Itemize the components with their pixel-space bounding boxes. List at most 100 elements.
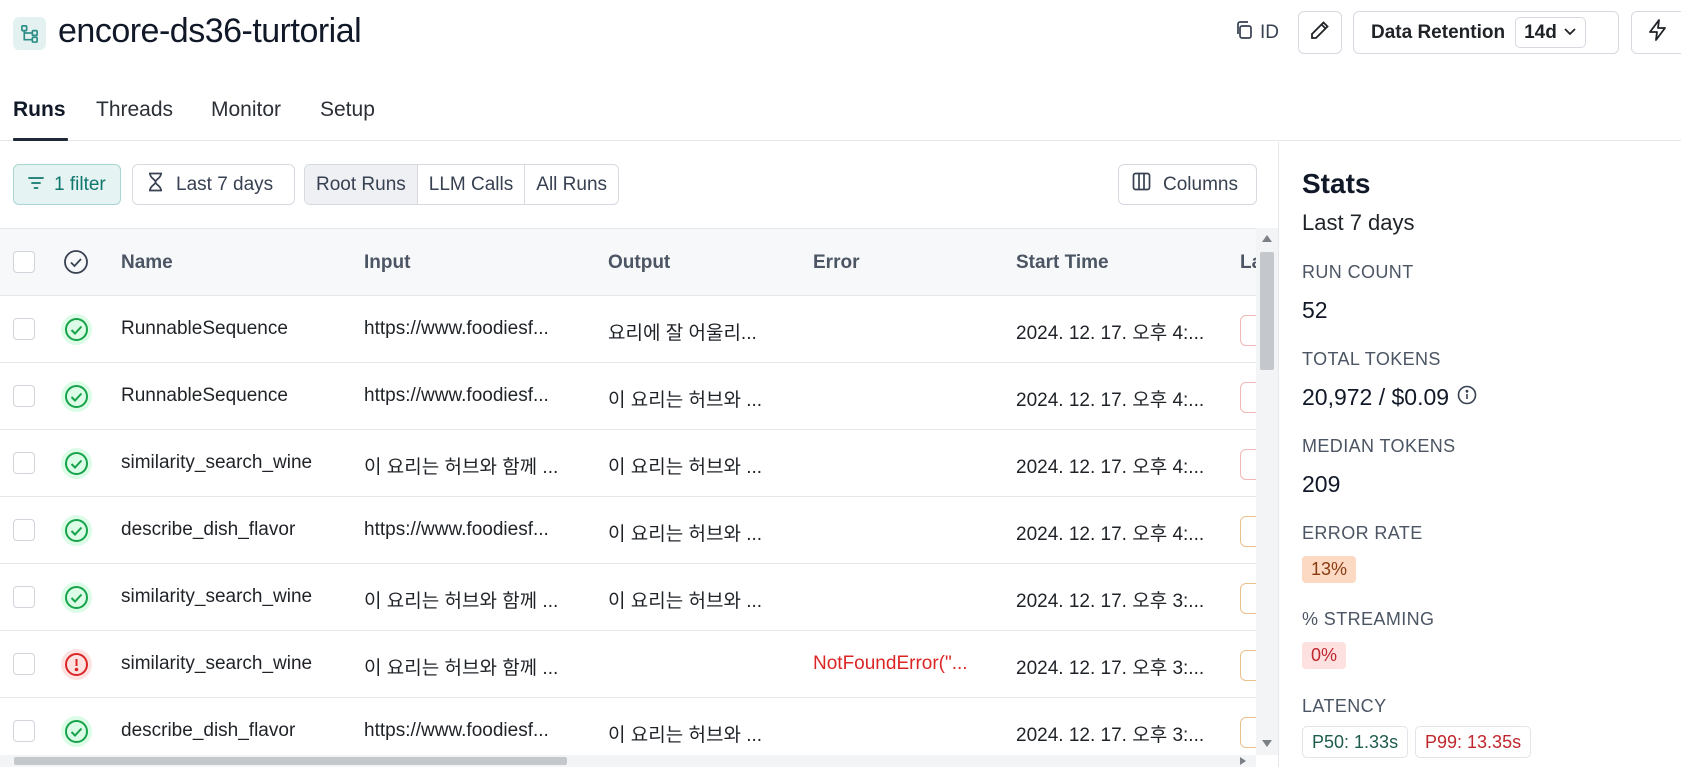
status-column-icon: [63, 249, 89, 280]
tab-runs[interactable]: Runs: [13, 98, 66, 122]
run-name: describe_dish_flavor: [121, 720, 296, 741]
run-input: 이 요리는 허브와 함께 ...: [364, 658, 559, 679]
date-range-button[interactable]: Last 7 days: [132, 164, 295, 205]
table-vertical-scrollbar[interactable]: [1256, 228, 1278, 755]
run-output: 이 요리는 허브와 ...: [608, 524, 763, 545]
lightning-icon: [1646, 18, 1670, 47]
error-rate-label: ERROR RATE: [1302, 523, 1423, 543]
columns-label: Columns: [1163, 173, 1238, 195]
success-status-icon: [61, 515, 92, 546]
select-all-checkbox[interactable]: [13, 251, 35, 273]
chevron-down-icon: [1563, 22, 1577, 44]
streaming-label: % STREAMING: [1302, 609, 1435, 629]
all-runs-option[interactable]: All Runs: [525, 165, 618, 204]
run-output: 이 요리는 허브와 ...: [608, 457, 763, 478]
stats-period: Last 7 days: [1302, 210, 1415, 235]
column-header-input[interactable]: Input: [364, 252, 410, 274]
streaming-badge: 0%: [1302, 642, 1347, 669]
median-tokens-label: MEDIAN TOKENS: [1302, 436, 1456, 456]
run-start-time: 2024. 12. 17. 오후 4:...: [1016, 390, 1205, 411]
table-row[interactable]: RunnableSequence https://www.foodiesf...…: [0, 296, 1256, 363]
latency-badge: [1240, 516, 1256, 547]
run-start-time: 2024. 12. 17. 오후 4:...: [1016, 323, 1205, 344]
copy-id-button[interactable]: ID: [1234, 18, 1279, 48]
run-input: https://www.foodiesf...: [364, 519, 549, 540]
run-count-value: 52: [1302, 297, 1328, 323]
tab-setup[interactable]: Setup: [320, 98, 375, 122]
id-label: ID: [1260, 22, 1279, 43]
filter-icon: [28, 174, 44, 196]
latency-badge: [1240, 650, 1256, 681]
latency-badge: [1240, 449, 1256, 480]
latency-badge: [1240, 583, 1256, 614]
run-output: 이 요리는 허브와 ...: [608, 390, 763, 411]
success-status-icon: [61, 381, 92, 412]
column-header-start-time[interactable]: Start Time: [1016, 252, 1109, 274]
runs-table: Name Input Output Error Start Time La Ru…: [0, 228, 1256, 755]
table-header: Name Input Output Error Start Time La: [0, 229, 1256, 296]
edit-button[interactable]: [1298, 11, 1342, 54]
scroll-down-arrow-icon[interactable]: [1262, 740, 1272, 747]
pencil-icon: [1309, 19, 1331, 46]
total-tokens-label: TOTAL TOKENS: [1302, 349, 1441, 369]
info-icon[interactable]: [1457, 384, 1477, 411]
scrollbar-thumb[interactable]: [14, 757, 567, 765]
latency-p99-badge: P99: 13.35s: [1415, 726, 1532, 758]
run-name: describe_dish_flavor: [121, 519, 296, 540]
copy-icon: [1234, 20, 1254, 46]
column-header-latency[interactable]: La: [1240, 252, 1256, 274]
root-runs-option[interactable]: Root Runs: [305, 165, 418, 204]
success-status-icon: [61, 448, 92, 479]
latency-badge: [1240, 382, 1256, 413]
success-status-icon: [61, 716, 92, 747]
scroll-right-arrow-icon[interactable]: [1240, 757, 1246, 765]
row-checkbox[interactable]: [13, 586, 35, 608]
date-range-label: Last 7 days: [176, 173, 274, 195]
scroll-up-arrow-icon[interactable]: [1262, 235, 1272, 242]
tab-monitor[interactable]: Monitor: [211, 98, 281, 122]
llm-calls-option[interactable]: LLM Calls: [418, 165, 526, 204]
run-output: 이 요리는 허브와 ...: [608, 725, 763, 746]
run-start-time: 2024. 12. 17. 오후 3:...: [1016, 591, 1205, 612]
table-row[interactable]: describe_dish_flavor https://www.foodies…: [0, 497, 1256, 564]
table-horizontal-scrollbar[interactable]: [0, 755, 1256, 767]
stats-title: Stats: [1302, 168, 1371, 199]
table-row[interactable]: similarity_search_wine 이 요리는 허브와 함께 ... …: [0, 430, 1256, 497]
table-row[interactable]: similarity_search_wine 이 요리는 허브와 함께 ... …: [0, 631, 1256, 698]
column-header-error[interactable]: Error: [813, 252, 859, 274]
row-checkbox[interactable]: [13, 519, 35, 541]
row-checkbox[interactable]: [13, 452, 35, 474]
automations-button[interactable]: [1631, 11, 1681, 54]
active-tab-indicator: [13, 138, 68, 141]
run-input: 이 요리는 허브와 함께 ...: [364, 457, 559, 478]
row-checkbox[interactable]: [13, 720, 35, 742]
latency-label: LATENCY: [1302, 696, 1387, 716]
retention-value: 14d: [1524, 21, 1557, 43]
filter-button[interactable]: 1 filter: [13, 164, 121, 205]
column-header-output[interactable]: Output: [608, 252, 670, 274]
table-row[interactable]: RunnableSequence https://www.foodiesf...…: [0, 363, 1256, 430]
run-name: RunnableSequence: [121, 318, 288, 339]
scrollbar-thumb[interactable]: [1260, 252, 1274, 370]
page-header: encore-ds36-turtorial ID Data Retention …: [0, 0, 1681, 66]
retention-select[interactable]: 14d: [1515, 17, 1586, 48]
error-rate-badge: 13%: [1302, 556, 1357, 583]
run-input: 이 요리는 허브와 함께 ...: [364, 591, 559, 612]
table-row[interactable]: similarity_search_wine 이 요리는 허브와 함께 ... …: [0, 564, 1256, 631]
run-input: https://www.foodiesf...: [364, 385, 549, 406]
row-checkbox[interactable]: [13, 318, 35, 340]
latency-badge: [1240, 717, 1256, 748]
latency-badge: [1240, 315, 1256, 346]
tab-threads[interactable]: Threads: [96, 98, 173, 122]
median-tokens-value: 209: [1302, 471, 1341, 497]
stats-panel: Stats Last 7 days RUN COUNT 52 TOTAL TOK…: [1278, 142, 1681, 767]
run-start-time: 2024. 12. 17. 오후 3:...: [1016, 658, 1205, 679]
run-name: similarity_search_wine: [121, 586, 313, 607]
data-retention-control: Data Retention 14d: [1353, 11, 1619, 54]
columns-button[interactable]: Columns: [1118, 164, 1257, 205]
row-checkbox[interactable]: [13, 653, 35, 675]
table-row[interactable]: describe_dish_flavor https://www.foodies…: [0, 698, 1256, 755]
run-count-label: RUN COUNT: [1302, 262, 1414, 282]
row-checkbox[interactable]: [13, 385, 35, 407]
column-header-name[interactable]: Name: [121, 252, 173, 274]
